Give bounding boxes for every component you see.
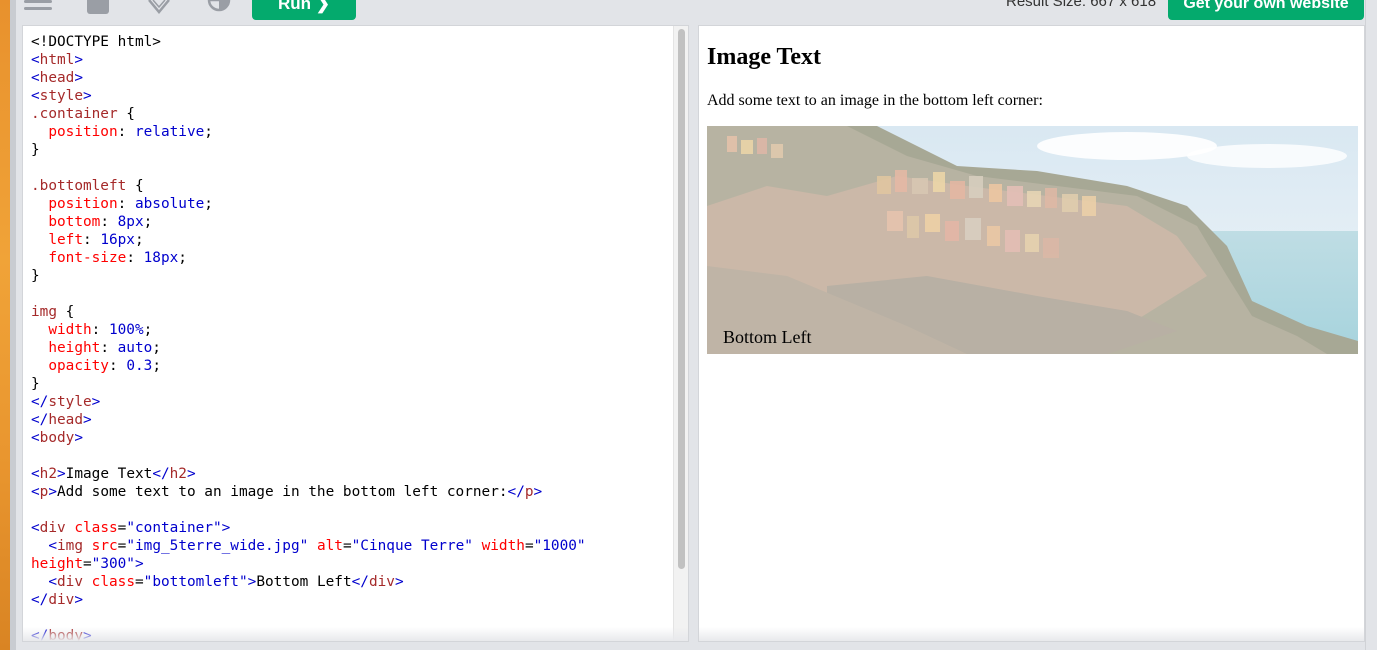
code-text[interactable]: <!DOCTYPE html> <html> <head> <style> .conta… (31, 33, 681, 641)
rotate-icon[interactable] (146, 0, 172, 14)
run-button[interactable]: Run ❯ (252, 0, 356, 20)
panel-fade (23, 627, 688, 641)
code-line[interactable]: ​ (31, 447, 681, 465)
desktop-wallpaper (0, 0, 16, 650)
window-edge (1365, 0, 1377, 650)
code-line[interactable]: } (31, 267, 681, 285)
code-editor[interactable]: <!DOCTYPE html> <html> <head> <style> .conta… (22, 25, 689, 642)
square-icon[interactable] (87, 0, 109, 14)
editor-scrollbar[interactable] (673, 26, 688, 641)
code-line[interactable]: </head> (31, 411, 681, 429)
cinque-terre-image (707, 126, 1358, 354)
code-line[interactable]: ​ (31, 159, 681, 177)
bottom-left-overlay: Bottom Left (723, 327, 812, 347)
result-paragraph: Add some text to an image in the bottom … (707, 92, 1043, 109)
code-line[interactable]: ​ (31, 501, 681, 519)
result-frame: Image Text Add some text to an image in … (698, 25, 1365, 642)
code-line[interactable]: height: auto; (31, 339, 681, 357)
code-line[interactable]: font-size: 18px; (31, 249, 681, 267)
code-line[interactable]: <body> (31, 429, 681, 447)
code-line[interactable]: <style> (31, 87, 681, 105)
code-line[interactable]: <!DOCTYPE html> (31, 33, 681, 51)
code-line[interactable]: ​ (31, 609, 681, 627)
code-line[interactable]: position: relative; (31, 123, 681, 141)
code-line[interactable]: .bottomleft { (31, 177, 681, 195)
code-line[interactable]: height="300"> (31, 555, 681, 573)
code-line[interactable]: opacity: 0.3; (31, 357, 681, 375)
panel-fade (699, 627, 1364, 641)
code-line[interactable]: } (31, 141, 681, 159)
editor-toolbar: Run ❯ Result Size: 667 x 618 Get your ow… (16, 0, 1377, 22)
code-line[interactable]: left: 16px; (31, 231, 681, 249)
result-heading: Image Text (707, 44, 821, 70)
code-line[interactable]: } (31, 375, 681, 393)
code-line[interactable]: img { (31, 303, 681, 321)
contrast-icon[interactable] (207, 0, 231, 14)
code-line[interactable]: position: absolute; (31, 195, 681, 213)
get-website-button[interactable]: Get your own website (1168, 0, 1364, 20)
code-line[interactable]: <h2>Image Text</h2> (31, 465, 681, 483)
code-line[interactable]: bottom: 8px; (31, 213, 681, 231)
menu-icon[interactable] (24, 0, 52, 14)
code-line[interactable]: <p>Add some text to an image in the bott… (31, 483, 681, 501)
code-line[interactable]: </style> (31, 393, 681, 411)
code-line[interactable]: <img src="img_5terre_wide.jpg" alt="Cinq… (31, 537, 681, 555)
code-line[interactable]: .container { (31, 105, 681, 123)
result-size-label: Result Size: 667 x 618 (1006, 0, 1157, 10)
code-line[interactable]: <head> (31, 69, 681, 87)
code-line[interactable]: </div> (31, 591, 681, 609)
scrollbar-thumb[interactable] (678, 29, 685, 569)
code-line[interactable]: <div class="container"> (31, 519, 681, 537)
code-line[interactable]: width: 100%; (31, 321, 681, 339)
code-line[interactable]: <div class="bottomleft">Bottom Left</div… (31, 573, 681, 591)
image-container: Bottom Left (707, 126, 1358, 354)
code-line[interactable]: ​ (31, 285, 681, 303)
code-line[interactable]: <html> (31, 51, 681, 69)
